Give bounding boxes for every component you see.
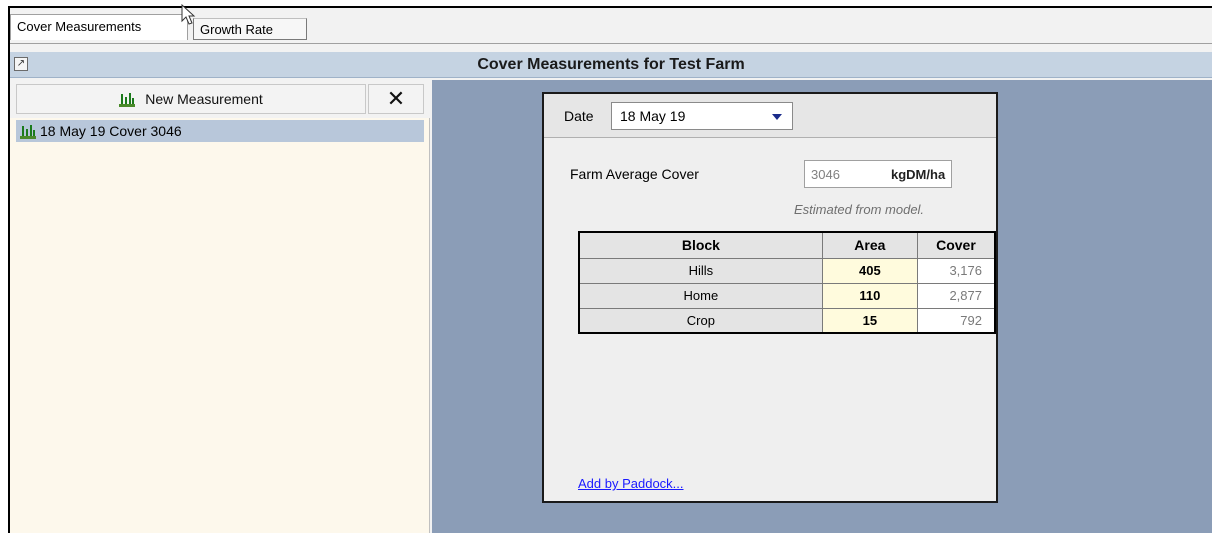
- blocks-table: Block Area Cover Hills 405 3,176 Home 11…: [578, 231, 996, 334]
- tab-cover-measurements[interactable]: Cover Measurements: [10, 14, 188, 40]
- area-cell[interactable]: 110: [821, 282, 918, 309]
- list-toolbar: New Measurement ✕: [10, 80, 430, 118]
- table-row: Hills 405 3,176: [578, 257, 996, 284]
- area-cell[interactable]: 405: [821, 257, 918, 284]
- measurement-card: Date 18 May 19 Farm Average Cover 3046 k…: [542, 92, 998, 503]
- block-cell: Crop: [578, 307, 823, 334]
- page-header: ↗ Cover Measurements for Test Farm: [10, 52, 1212, 78]
- page-title: Cover Measurements for Test Farm: [477, 56, 745, 73]
- measurement-list-panel: New Measurement ✕ 18 May 19 Cover 3046: [10, 80, 430, 533]
- block-cell: Home: [578, 282, 823, 309]
- block-cell: Hills: [578, 257, 823, 284]
- cover-cell: 2,877: [916, 282, 996, 309]
- mouse-cursor-icon: [181, 4, 196, 25]
- tab-growth-rate[interactable]: Growth Rate: [193, 18, 307, 40]
- detail-area: Date 18 May 19 Farm Average Cover 3046 k…: [432, 80, 1212, 533]
- table-row: Home 110 2,877: [578, 282, 996, 309]
- list-item[interactable]: 18 May 19 Cover 3046: [16, 120, 424, 142]
- chevron-down-icon[interactable]: [772, 114, 782, 120]
- add-by-paddock-link[interactable]: Add by Paddock...: [578, 476, 684, 491]
- new-measurement-button[interactable]: New Measurement: [16, 84, 366, 114]
- farm-average-unit: kgDM/ha: [891, 167, 946, 182]
- date-dropdown[interactable]: 18 May 19: [611, 102, 793, 130]
- column-header-block: Block: [578, 231, 823, 259]
- column-header-area: Area: [821, 231, 918, 259]
- date-value: 18 May 19: [620, 108, 686, 124]
- grass-icon: [20, 123, 36, 139]
- date-bar: Date 18 May 19: [544, 94, 996, 138]
- close-icon: ✕: [386, 86, 406, 111]
- new-measurement-label: New Measurement: [145, 91, 263, 107]
- column-header-cover: Cover: [916, 231, 996, 259]
- app-window: Cover Measurements Growth Rate ↗ Cover M…: [8, 4, 1212, 533]
- table-header-row: Block Area Cover: [578, 231, 996, 259]
- date-label: Date: [564, 108, 594, 124]
- farm-average-field[interactable]: 3046 kgDM/ha: [804, 160, 952, 188]
- farm-average-value: 3046: [811, 167, 840, 182]
- delete-button[interactable]: ✕: [368, 84, 424, 114]
- table-row: Crop 15 792: [578, 307, 996, 334]
- estimated-note: Estimated from model.: [794, 202, 925, 217]
- cover-cell: 792: [916, 307, 996, 334]
- area-cell[interactable]: 15: [821, 307, 918, 334]
- farm-average-label: Farm Average Cover: [570, 166, 699, 182]
- cover-cell: 3,176: [916, 257, 996, 284]
- tab-strip: Cover Measurements Growth Rate: [10, 4, 1212, 44]
- grass-icon: [119, 91, 136, 107]
- list-item-label: 18 May 19 Cover 3046: [40, 123, 182, 139]
